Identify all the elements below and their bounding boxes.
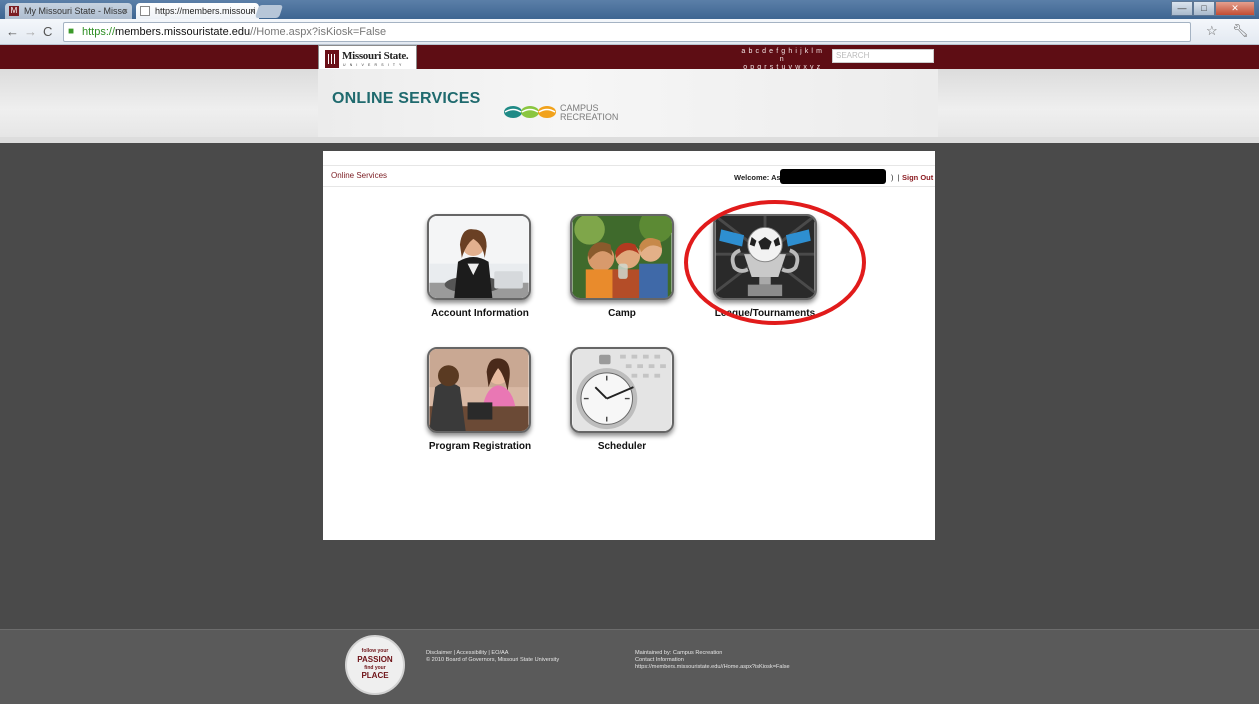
footer-legal-links[interactable]: Disclaimer | Accessibility | EO/AA: [426, 650, 559, 657]
bookmark-star-icon[interactable]: ☆: [1206, 23, 1218, 39]
site-footer: [0, 629, 1259, 704]
new-tab-button[interactable]: [254, 5, 284, 18]
site-banner: [0, 69, 1259, 137]
program-registration-label[interactable]: Program Registration: [412, 441, 548, 452]
close-window-button[interactable]: ✕: [1215, 1, 1255, 16]
kids-camp-icon: [572, 216, 672, 298]
site-top-bar: [0, 45, 1259, 69]
welcome-separator: ) |: [891, 173, 900, 182]
camp-tile[interactable]: [570, 214, 674, 300]
footer-page-url: https://members.missouristate.edu//Home.…: [635, 664, 790, 670]
program-registration-tile[interactable]: [427, 347, 531, 433]
close-tab-icon[interactable]: ×: [123, 3, 128, 19]
browser-tab-my-missouri-state[interactable]: M My Missouri State - Misso ×: [5, 3, 132, 19]
footer-links: Disclaimer | Accessibility | EO/AA © 201…: [426, 650, 559, 664]
welcome-tail: ): [891, 173, 894, 182]
browser-toolbar: ← → C ■ https://members.missouristate.ed…: [0, 19, 1259, 45]
stopwatch-icon: [572, 349, 672, 431]
subnav-bar: Online Services Welcome: As ) | Sign Out: [323, 165, 935, 187]
banner-bottom-strip: [0, 137, 1259, 143]
tab-title: My Missouri State - Misso: [24, 6, 128, 16]
minimize-button[interactable]: —: [1171, 1, 1193, 16]
redacted-username: [780, 169, 886, 184]
badge-line-1: follow your: [361, 648, 389, 654]
address-bar[interactable]: ■ https://members.missouristate.edu//Hom…: [63, 22, 1191, 42]
logo-subtitle: U N I V E R S I T Y: [343, 63, 403, 67]
badge-line-4: PLACE: [361, 671, 389, 680]
browser-tab-members[interactable]: https://members.missouri ×: [136, 3, 259, 19]
main-content-panel: Online Services Welcome: As ) | Sign Out: [323, 151, 935, 540]
breadcrumb[interactable]: Online Services: [331, 171, 387, 180]
account-information-label[interactable]: Account Information: [420, 308, 540, 319]
maintained-by: Maintained by: Campus Recreation: [635, 650, 723, 656]
site-search-input[interactable]: SEARCH: [832, 49, 934, 63]
lock-icon: ■: [68, 26, 75, 37]
welcome-text: Welcome: As: [734, 173, 781, 182]
scheduler-tile[interactable]: [570, 347, 674, 433]
close-tab-icon[interactable]: ×: [250, 3, 255, 19]
missouri-state-favicon-icon: M: [9, 6, 19, 16]
reload-icon[interactable]: C: [43, 23, 52, 40]
a-to-z-line-1[interactable]: a b c d e f g h i j k l m n: [740, 48, 824, 64]
footer-maintenance: Maintained by: Campus Recreation Contact…: [635, 650, 790, 671]
campus-recreation-logo-icon: [504, 106, 556, 118]
back-arrow-icon[interactable]: ←: [6, 23, 19, 40]
footer-copyright: © 2010 Board of Governors, Missouri Stat…: [426, 657, 560, 663]
browser-tab-strip: M My Missouri State - Misso × https://me…: [0, 0, 1259, 19]
camp-label[interactable]: Camp: [582, 308, 662, 319]
separator: |: [897, 173, 900, 182]
forward-arrow-icon[interactable]: →: [24, 23, 37, 40]
meeting-icon: [429, 349, 529, 431]
url-scheme: https://: [82, 26, 116, 38]
dept-line-2: RECREATION: [560, 112, 619, 122]
maximize-button[interactable]: □: [1193, 1, 1215, 16]
tab-title: https://members.missouri: [155, 6, 256, 16]
window-controls: — □ ✕: [1171, 1, 1255, 17]
campus-recreation-text: CAMPUS RECREATION: [560, 104, 618, 122]
url-host: members.missouristate.edu: [115, 26, 251, 38]
badge-line-2: PASSION: [357, 655, 393, 664]
logo-name: Missouri State.: [342, 50, 409, 62]
scheduler-label[interactable]: Scheduler: [582, 441, 662, 452]
contact-information-link[interactable]: Contact Information: [635, 657, 790, 664]
url-path: //Home.aspx?isKiosk=False: [250, 26, 387, 38]
wrench-icon[interactable]: 🔧︎: [1232, 23, 1249, 39]
highlight-circle-annotation: [684, 200, 866, 325]
sign-out-link[interactable]: Sign Out: [902, 173, 933, 182]
follow-your-passion-badge[interactable]: follow your PASSION find your PLACE: [345, 635, 405, 695]
building-icon: [325, 50, 339, 68]
page-title: ONLINE SERVICES: [332, 90, 481, 107]
page-favicon-icon: [140, 6, 150, 16]
account-information-tile[interactable]: [427, 214, 531, 300]
office-woman-icon: [429, 216, 529, 298]
